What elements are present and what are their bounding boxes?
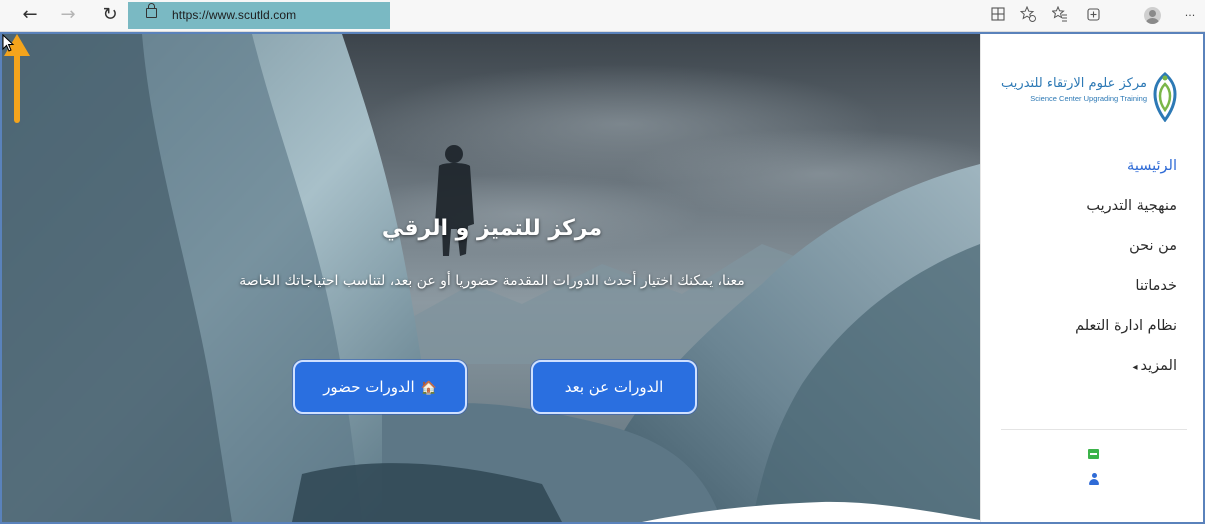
- site-logo[interactable]: مركز علوم الارتقاء للتدريب Science Cente…: [1001, 72, 1179, 122]
- lock-icon[interactable]: [146, 3, 157, 18]
- main-menu: الرئيسية منهجية التدريب من نحن خدماتنا ن…: [1075, 146, 1177, 386]
- back-icon[interactable]: ←: [18, 4, 42, 26]
- nav-item-more-label: المزيد: [1140, 358, 1177, 374]
- forward-icon[interactable]: →: [56, 4, 80, 26]
- caret-left-icon: ◂: [1132, 362, 1138, 373]
- chat-icon[interactable]: [1088, 449, 1099, 459]
- nav-item-lms[interactable]: نظام ادارة التعلم: [1075, 306, 1177, 346]
- logo-arabic-text: مركز علوم الارتقاء للتدريب: [1001, 76, 1147, 91]
- logo-english-text: Science Center Upgrading Training: [1030, 94, 1147, 103]
- refresh-icon[interactable]: ↻: [98, 4, 122, 26]
- home-icon: 🏠: [420, 381, 437, 396]
- nav-item-about-us[interactable]: من نحن: [1075, 226, 1177, 266]
- sidebar: مركز علوم الارتقاء للتدريب Science Cente…: [980, 34, 1203, 522]
- favorite-add-icon[interactable]: [1018, 5, 1038, 26]
- onsite-courses-label: الدورات حضور: [323, 378, 415, 396]
- sidebar-divider: [1001, 429, 1187, 430]
- nav-item-home[interactable]: الرئيسية: [1075, 146, 1177, 186]
- address-bar[interactable]: https://www.scutld.com: [128, 2, 390, 29]
- remote-courses-button[interactable]: الدورات عن بعد: [531, 360, 697, 414]
- url-text[interactable]: https://www.scutld.com: [172, 8, 296, 22]
- profile-icon[interactable]: [1144, 7, 1161, 24]
- favorites-icon[interactable]: [1050, 5, 1070, 26]
- hero-banner: مركز للتميز و الرقي معنا، يمكنك اختيار أ…: [2, 34, 980, 522]
- user-icon[interactable]: [1089, 473, 1099, 485]
- page-viewport: مركز للتميز و الرقي معنا، يمكنك اختيار أ…: [0, 32, 1205, 524]
- nav-item-services[interactable]: خدماتنا: [1075, 266, 1177, 306]
- nav-item-more[interactable]: المزيد◂: [1075, 346, 1177, 386]
- nav-item-training-methodology[interactable]: منهجية التدريب: [1075, 186, 1177, 226]
- remote-courses-label: الدورات عن بعد: [564, 378, 664, 396]
- onsite-courses-button[interactable]: 🏠 الدورات حضور: [293, 360, 467, 414]
- collections-icon[interactable]: [1084, 6, 1104, 26]
- more-icon[interactable]: ···: [1180, 6, 1200, 26]
- hero-title: مركز للتميز و الرقي: [381, 216, 603, 241]
- browser-toolbar: ← → ↻ https://www.scutld.com ···: [0, 0, 1205, 32]
- hero-subtitle: معنا، يمكنك اختيار أحدث الدورات المقدمة …: [239, 273, 745, 289]
- logo-mark-icon: [1153, 72, 1177, 122]
- reader-view-icon[interactable]: [988, 6, 1008, 26]
- mouse-cursor-icon: [2, 34, 15, 52]
